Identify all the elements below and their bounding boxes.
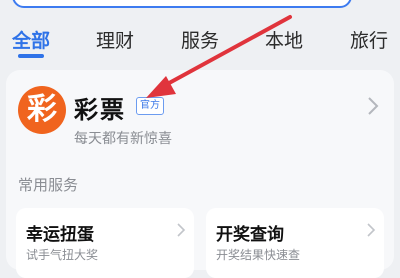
service-title: 开奖查询 — [216, 225, 284, 245]
active-tab-indicator — [18, 54, 44, 58]
service-subtitle: 试手气扭大奖 — [26, 248, 99, 262]
lottery-app-card[interactable]: 彩 彩票 官方 每天都有新惊喜 常用服务 幸运扭蛋 试手气扭大奖 开奖查询 开奖… — [6, 70, 394, 278]
tab-travel[interactable]: 旅行 — [350, 26, 388, 53]
logo-char: 彩 — [27, 92, 57, 127]
tab-services[interactable]: 服务 — [181, 26, 219, 53]
tab-finance[interactable]: 理财 — [96, 26, 134, 53]
service-subtitle: 开奖结果快速查 — [216, 248, 301, 262]
section-title: 常用服务 — [18, 176, 79, 194]
official-badge: 官方 — [136, 97, 164, 115]
chevron-right-icon[interactable] — [366, 96, 380, 116]
service-tile-draw-results[interactable]: 开奖查询 开奖结果快速查 — [206, 208, 384, 278]
app-name: 彩票 — [74, 96, 126, 124]
app-description: 每天都有新惊喜 — [74, 131, 172, 147]
chevron-right-icon — [177, 223, 186, 237]
category-tabs: 全部 理财 服务 本地 旅行 — [0, 16, 400, 64]
chevron-right-icon — [367, 223, 376, 237]
lottery-logo-icon: 彩 — [18, 86, 66, 134]
service-tile-lucky-capsule[interactable]: 幸运扭蛋 试手气扭大奖 — [16, 208, 194, 278]
search-bar[interactable] — [12, 0, 352, 8]
service-title: 幸运扭蛋 — [26, 225, 94, 245]
tab-local[interactable]: 本地 — [265, 26, 303, 53]
tab-all[interactable]: 全部 — [12, 26, 50, 53]
